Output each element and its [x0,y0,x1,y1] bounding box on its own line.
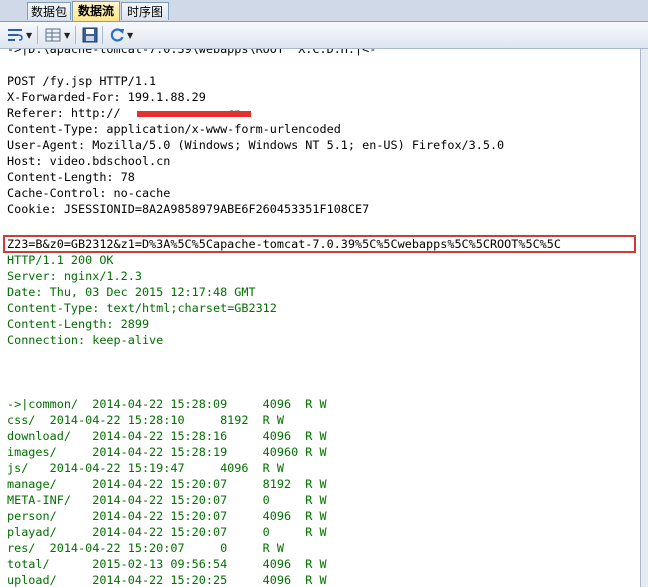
tab-stream[interactable]: 数据流 [72,1,120,21]
request-line: Cache-Control: no-cache [7,186,171,200]
response-line: HTTP/1.1 200 OK [7,253,114,267]
save-icon [82,27,98,43]
response-line: Date: Thu, 03 Dec 2015 12:17:48 GMT [7,285,256,299]
request-line: X-Forwarded-For: 199.1.88.29 [7,90,206,104]
request-line: User-Agent: Mozilla/5.0 (Windows; Window… [7,138,505,152]
directory-listing-line: res/ 2014-04-22 15:20:07 0 R W [7,541,284,555]
directory-listing-line: total/ 2015-02-13 09:56:54 4096 R W [7,557,327,571]
request-line: Host: video.bdschool.cn [7,154,171,168]
wrap-button[interactable]: ▼ [6,25,32,45]
refresh-button[interactable]: ▼ [109,25,133,45]
tab-sequence-diagram[interactable]: 时序图 [121,2,169,20]
redaction-mark [137,111,251,117]
request-line: Content-Type: application/x-www-form-url… [7,122,341,136]
directory-listing-line: manage/ 2014-04-22 15:20:07 8192 R W [7,477,327,491]
request-line: Cookie: JSESSIONID=8A2A9858979ABE6F26045… [7,202,370,216]
directory-listing-line: ->|common/ 2014-04-22 15:28:09 4096 R W [7,397,327,411]
response-line: Connection: keep-alive [7,333,164,347]
chevron-down-icon: ▼ [64,30,71,40]
vertical-scrollbar[interactable] [641,49,648,587]
grid-icon [45,28,61,42]
chevron-down-icon: ▼ [26,30,33,40]
directory-listing-line: upload/ 2014-04-22 15:20:25 4096 R W [7,573,327,587]
response-line: Server: nginx/1.2.3 [7,269,142,283]
directory-listing-line: META-INF/ 2014-04-22 15:20:07 0 R W [7,493,327,507]
directory-listing-line: download/ 2014-04-22 15:28:16 4096 R W [7,429,327,443]
wrap-icon [8,29,23,41]
save-button[interactable] [82,25,98,45]
toolbar-separator [102,26,103,44]
request-line: Content-Length: 78 [7,170,135,184]
tab-bar: 数据包 数据流 时序图 [0,0,648,22]
directory-listing-line: css/ 2014-04-22 15:28:10 8192 R W [7,413,284,427]
directory-listing-line: playad/ 2014-04-22 15:20:07 0 R W [7,525,327,539]
refresh-icon [110,28,124,42]
response-line: Content-Type: text/html;charset=GB2312 [7,301,277,315]
highlight-box [3,235,636,253]
chevron-down-icon: ▼ [127,30,134,40]
directory-listing-line: js/ 2014-04-22 15:19:47 4096 R W [7,461,284,475]
tab-packet[interactable]: 数据包 [27,2,71,20]
request-line: ->|D:\apache-tomcat-7.0.39\webapps\ROOT … [7,49,377,56]
toolbar-separator [75,26,76,44]
columns-button[interactable]: ▼ [44,25,70,45]
stream-content: ->|D:\apache-tomcat-7.0.39\webapps\ROOT … [0,49,641,587]
directory-listing-line: images/ 2014-04-22 15:28:19 40960 R W [7,445,327,459]
toolbar-separator [37,26,38,44]
request-line: POST /fy.jsp HTTP/1.1 [7,74,157,88]
toolbar: ▼ ▼ ▼ [0,22,648,49]
response-line: Content-Length: 2899 [7,317,150,331]
directory-listing-line: person/ 2014-04-22 15:20:07 4096 R W [7,509,327,523]
